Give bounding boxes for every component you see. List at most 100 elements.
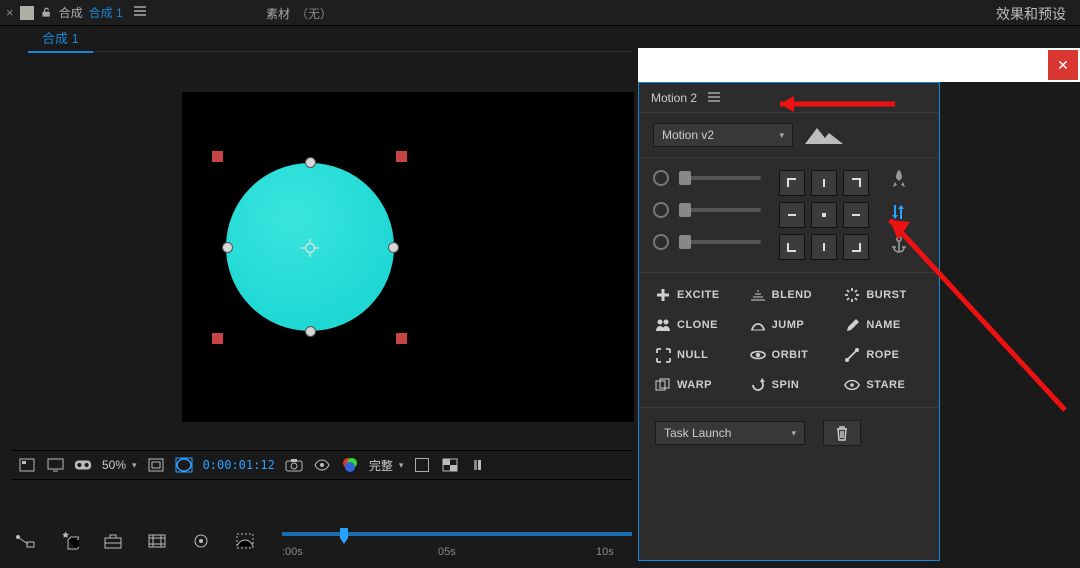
version-dropdown[interactable]: Motion v2▾ — [653, 123, 793, 147]
edge-handle-right[interactable] — [388, 242, 399, 253]
anchor-point-icon[interactable] — [299, 237, 321, 259]
vr-goggles-icon[interactable] — [74, 456, 92, 474]
tool-excite[interactable]: EXCITE — [655, 287, 734, 303]
layout-icon[interactable] — [18, 456, 36, 474]
delete-button[interactable] — [823, 420, 861, 446]
anchor-bc[interactable] — [811, 234, 837, 260]
anchor-bl[interactable] — [779, 234, 805, 260]
tool-grid: EXCITE BLEND BURST CLONE JUMP NAME NULL … — [639, 273, 939, 408]
anchor-ml[interactable] — [779, 202, 805, 228]
orbit-icon — [750, 347, 766, 363]
tool-burst[interactable]: BURST — [844, 287, 923, 303]
filmstrip-icon[interactable] — [146, 530, 168, 552]
footage-label[interactable]: 素材 — [266, 5, 290, 22]
anchor-tr[interactable] — [843, 170, 869, 196]
burst-icon — [844, 287, 860, 303]
tl-label-0: :00s — [282, 546, 303, 558]
anchor-tc[interactable] — [811, 170, 837, 196]
transform-handle-bl[interactable] — [211, 332, 224, 345]
footage-tabbar: 素材 （无） — [260, 0, 600, 26]
timeline-toolbar — [14, 530, 256, 552]
mountain-icon[interactable] — [803, 124, 847, 146]
effects-presets-tab[interactable]: 效果和预设 — [996, 4, 1066, 24]
comp-thumb-icon — [20, 6, 34, 20]
transform-handle-br[interactable] — [395, 332, 408, 345]
motion2-panel: Motion 2 Motion v2▾ — [638, 82, 940, 561]
3d-view-icon[interactable] — [469, 456, 487, 474]
tl-label-10: 10s — [596, 546, 614, 558]
timecode[interactable]: 0:00:01:12 — [203, 458, 275, 472]
star-cube-icon[interactable] — [58, 530, 80, 552]
edge-handle-bottom[interactable] — [305, 326, 316, 337]
parenting-icon[interactable] — [14, 530, 36, 552]
tool-jump[interactable]: JUMP — [750, 317, 829, 333]
subtab-comp1[interactable]: 合成 1 — [28, 24, 93, 53]
spin-icon — [750, 377, 766, 393]
zoom-dropdown[interactable]: 50%▾ — [102, 458, 137, 472]
snapshot-icon[interactable] — [285, 456, 303, 474]
tool-orbit[interactable]: ORBIT — [750, 347, 829, 363]
warp-icon — [655, 377, 671, 393]
anchor-tl[interactable] — [779, 170, 805, 196]
roi-icon[interactable] — [413, 456, 431, 474]
playhead-icon[interactable] — [338, 528, 350, 546]
swap-icon[interactable] — [891, 203, 907, 224]
footage-none: （无） — [296, 5, 332, 22]
task-launch-dropdown[interactable]: Task Launch▾ — [655, 421, 805, 445]
comp-active-name[interactable]: 合成 1 — [89, 4, 123, 21]
panel-title: Motion 2 — [651, 91, 697, 105]
panel-close-button[interactable]: ✕ — [1048, 50, 1078, 80]
null-icon — [655, 347, 671, 363]
radio-2[interactable] — [653, 202, 669, 218]
radio-3[interactable] — [653, 234, 669, 250]
rocket-icon[interactable] — [891, 170, 907, 191]
panel-titlebar[interactable] — [638, 48, 1080, 82]
edge-handle-top[interactable] — [305, 157, 316, 168]
eye-icon — [844, 377, 860, 393]
resolution-dropdown[interactable]: 完整▾ — [369, 457, 404, 474]
transform-handle-tr[interactable] — [395, 150, 408, 163]
transparency-grid-icon[interactable] — [441, 456, 459, 474]
mini-timeline[interactable]: :00s 05s 10s — [282, 528, 632, 556]
mask-icon[interactable] — [175, 456, 193, 474]
rope-icon — [844, 347, 860, 363]
motion-blur-icon[interactable] — [190, 530, 212, 552]
tool-warp[interactable]: WARP — [655, 377, 734, 393]
jump-icon — [750, 317, 766, 333]
plus-icon — [655, 287, 671, 303]
anchor-sliders-group — [639, 158, 939, 273]
edge-handle-left[interactable] — [222, 242, 233, 253]
tool-name[interactable]: NAME — [844, 317, 923, 333]
tool-rope[interactable]: ROPE — [844, 347, 923, 363]
anchor-br[interactable] — [843, 234, 869, 260]
toolbox-icon[interactable] — [102, 530, 124, 552]
anchor-icon[interactable] — [891, 236, 907, 257]
anchor-mc[interactable] — [811, 202, 837, 228]
timeline-track[interactable] — [282, 532, 632, 536]
tool-null[interactable]: NULL — [655, 347, 734, 363]
monitor-icon[interactable] — [46, 456, 64, 474]
panel-menu-icon[interactable] — [133, 5, 147, 20]
graph-editor-icon[interactable] — [234, 530, 256, 552]
reveal-icon[interactable] — [313, 456, 331, 474]
close-icon[interactable]: × — [6, 5, 14, 20]
transform-handle-tl[interactable] — [211, 150, 224, 163]
slider-1[interactable] — [679, 176, 761, 180]
channels-icon[interactable] — [341, 456, 359, 474]
anchor-mr[interactable] — [843, 202, 869, 228]
aspect-icon[interactable] — [147, 456, 165, 474]
tool-blend[interactable]: BLEND — [750, 287, 829, 303]
tool-clone[interactable]: CLONE — [655, 317, 734, 333]
pencil-icon — [844, 317, 860, 333]
radio-1[interactable] — [653, 170, 669, 186]
panel-menu-icon[interactable] — [707, 91, 721, 105]
slider-2[interactable] — [679, 208, 761, 212]
tl-label-5: 05s — [438, 546, 456, 558]
clone-icon — [655, 317, 671, 333]
anchor-grid — [779, 170, 869, 260]
tool-spin[interactable]: SPIN — [750, 377, 829, 393]
comp-subtab: 合成 1 — [28, 26, 631, 52]
unlock-icon[interactable] — [40, 6, 53, 19]
slider-3[interactable] — [679, 240, 761, 244]
tool-stare[interactable]: STARE — [844, 377, 923, 393]
